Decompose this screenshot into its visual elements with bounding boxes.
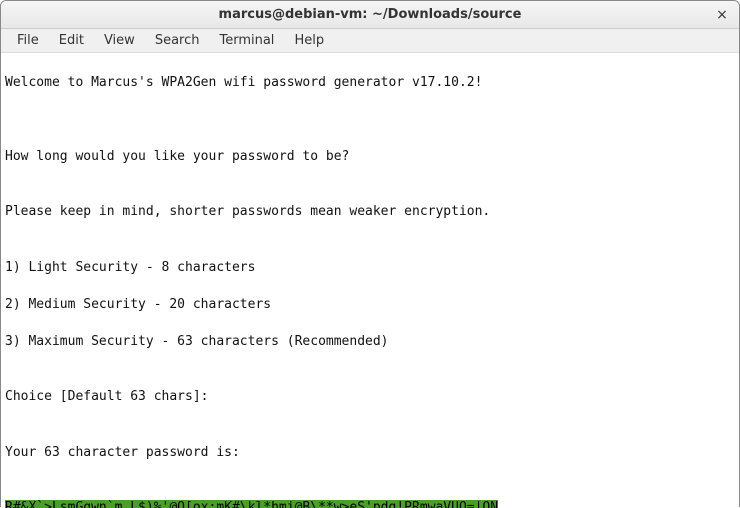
terminal-line: Welcome to Marcus's WPA2Gen wifi passwor… (5, 74, 735, 93)
close-icon[interactable]: × (715, 8, 729, 22)
terminal-line: Choice [Default 63 chars]: (5, 388, 735, 407)
menu-view[interactable]: View (94, 33, 145, 48)
menu-help[interactable]: Help (284, 33, 334, 48)
menu-search[interactable]: Search (145, 33, 210, 48)
menubar: File Edit View Search Terminal Help (1, 29, 739, 53)
terminal-line: Please keep in mind, shorter passwords m… (5, 203, 735, 222)
terminal-line: Your 63 character password is: (5, 444, 735, 463)
terminal-line: How long would you like your password to… (5, 148, 735, 167)
terminal-line: 1) Light Security - 8 characters (5, 259, 735, 278)
menu-file[interactable]: File (7, 33, 49, 48)
menu-terminal[interactable]: Terminal (209, 33, 284, 48)
menu-edit[interactable]: Edit (49, 33, 94, 48)
window-title: marcus@debian-vm: ~/Downloads/source (219, 7, 522, 22)
window-titlebar: marcus@debian-vm: ~/Downloads/source × (1, 1, 739, 29)
terminal-line: 2) Medium Security - 20 characters (5, 296, 735, 315)
terminal-line: 3) Maximum Security - 63 characters (Rec… (5, 333, 735, 352)
terminal-output[interactable]: Welcome to Marcus's WPA2Gen wifi passwor… (1, 53, 739, 508)
